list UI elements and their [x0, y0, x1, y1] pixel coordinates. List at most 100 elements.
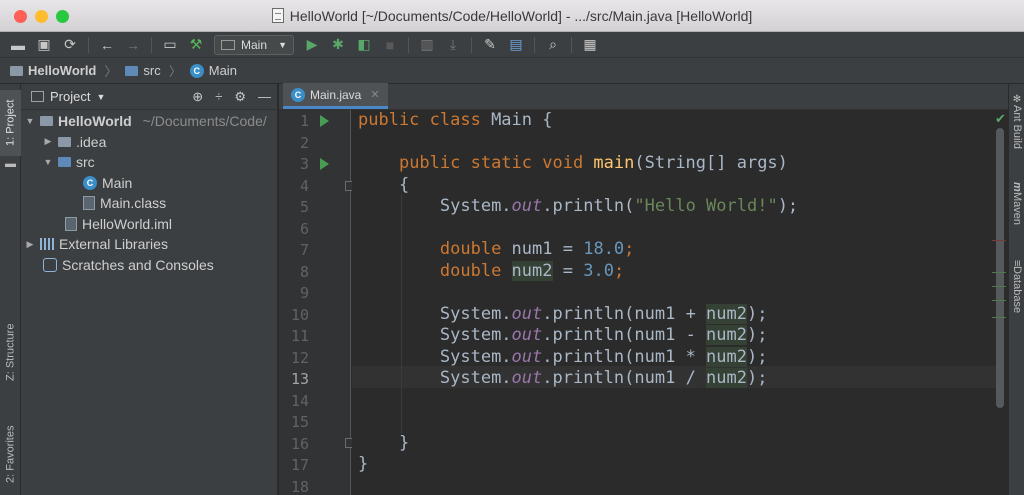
- error-stripe-marker[interactable]: [992, 240, 1006, 241]
- tree-item-external-libraries[interactable]: ▶ External Libraries: [21, 234, 277, 255]
- code-editor[interactable]: public class Main { public static void m…: [352, 110, 998, 495]
- tab-favorites-label: 2: Favorites: [4, 425, 17, 483]
- tab-structure[interactable]: Z: Structure: [0, 312, 21, 392]
- change-stripe-marker[interactable]: [992, 300, 1006, 301]
- tab-maven[interactable]: m Maven: [1009, 182, 1024, 242]
- search-icon[interactable]: ⌕: [541, 34, 565, 56]
- tab-favorites[interactable]: 2: Favorites: [0, 414, 21, 494]
- tree-item-main-class[interactable]: Main.class: [21, 193, 277, 214]
- minimize-window-button[interactable]: [35, 10, 48, 23]
- tab-database[interactable]: ≡ Database: [1009, 260, 1024, 332]
- change-stripe-marker[interactable]: [992, 317, 1006, 318]
- line-number: 7: [299, 241, 309, 259]
- sync-icon[interactable]: ⟳: [58, 34, 82, 56]
- change-stripe-marker[interactable]: [992, 272, 1006, 273]
- chevron-down-icon[interactable]: ▼: [96, 92, 105, 102]
- breadcrumb-file[interactable]: Main: [209, 63, 237, 78]
- main-toolbar: ▬ ▣ ⟳ ← → ▭ ⚒ Main ▼ ▶ ✱ ◧ ■ ▥ ⤓ ✎ ▤ ⌕ ▦: [0, 32, 1024, 58]
- tree-item-root[interactable]: ▼ HelloWorld ~/Documents/Code/: [21, 111, 277, 132]
- static-field: out: [511, 303, 543, 324]
- run-icon[interactable]: ▶: [300, 34, 324, 56]
- static-field: out: [511, 325, 543, 345]
- tree-item-src[interactable]: ▼ src: [21, 152, 277, 173]
- tree-item-scratches[interactable]: Scratches and Consoles: [21, 255, 277, 276]
- vertical-scrollbar[interactable]: [996, 128, 1004, 408]
- code-text: System.: [439, 346, 512, 367]
- folder-icon: ▬: [5, 158, 16, 170]
- expand-arrow-icon[interactable]: ▼: [25, 116, 35, 126]
- code-line-10: System.out.println(num1 + num2);: [358, 303, 767, 326]
- tree-item-label: External Libraries: [59, 236, 168, 253]
- number-literal: 3.0: [583, 260, 614, 281]
- gear-icon[interactable]: ⚙: [234, 89, 246, 105]
- tree-item-main[interactable]: C Main: [21, 173, 277, 194]
- frame-icon[interactable]: ▭: [158, 34, 182, 56]
- project-view-select[interactable]: Project: [50, 89, 90, 104]
- project-panel-header: Project ▼ ⊕ ÷ ⚙ —: [21, 84, 277, 110]
- tab-project[interactable]: 1: Project: [0, 90, 21, 156]
- locate-icon[interactable]: ⊕: [192, 89, 203, 105]
- forward-icon[interactable]: →: [121, 34, 145, 56]
- code-line-1: public class Main {: [358, 110, 552, 132]
- settings-icon[interactable]: ✎: [478, 34, 502, 56]
- tab-ant-build[interactable]: ✻ Ant Build: [1009, 94, 1024, 166]
- tree-item-iml[interactable]: HelloWorld.iml: [21, 214, 277, 235]
- expand-arrow-icon[interactable]: ▶: [25, 239, 35, 250]
- deploy-icon[interactable]: ⤓: [441, 34, 465, 56]
- code-line-5: System.out.println("Hello World!");: [358, 196, 798, 218]
- expand-arrow-icon[interactable]: ▼: [43, 157, 53, 167]
- code-line-4: {: [358, 175, 409, 197]
- terminal-icon[interactable]: ▦: [578, 34, 602, 56]
- source-folder-icon: [58, 157, 71, 168]
- breadcrumb-project[interactable]: HelloWorld: [28, 63, 96, 78]
- close-window-button[interactable]: [14, 10, 27, 23]
- open-icon[interactable]: ▬: [6, 34, 30, 56]
- expand-arrow-icon[interactable]: ▶: [43, 136, 53, 147]
- line-number: 10: [290, 305, 309, 324]
- code-text: .println(: [542, 325, 635, 345]
- build-icon[interactable]: ⚒: [184, 34, 208, 56]
- code-text: }: [358, 454, 369, 474]
- tab-main-java[interactable]: C Main.java ✕: [283, 83, 388, 109]
- back-icon[interactable]: ←: [95, 34, 119, 56]
- variable: num1: [511, 239, 553, 259]
- source-folder-icon: [125, 65, 139, 76]
- java-class-icon: C: [83, 175, 97, 190]
- debug-icon[interactable]: ✱: [326, 34, 350, 56]
- variable: num2: [706, 346, 747, 367]
- project-folder-icon: [10, 65, 23, 76]
- inspection-ok-icon[interactable]: ✔: [995, 111, 1006, 127]
- run-configuration-select[interactable]: Main ▼: [214, 34, 294, 55]
- hide-panel-icon[interactable]: —: [258, 89, 271, 105]
- run-gutter-icon[interactable]: [320, 115, 329, 127]
- breadcrumb-separator: 〉: [168, 64, 182, 79]
- line-number: 8: [299, 262, 309, 281]
- line-number: 6: [299, 219, 309, 238]
- collapse-icon[interactable]: ÷: [215, 89, 222, 105]
- code-line-16: }: [358, 433, 409, 455]
- zoom-window-button[interactable]: [56, 10, 69, 23]
- variable: num2: [706, 325, 747, 345]
- change-stripe-marker[interactable]: [992, 286, 1006, 287]
- line-number: 1: [299, 112, 309, 130]
- class-file-icon: [83, 196, 95, 211]
- tab-structure-label: Z: Structure: [4, 323, 17, 381]
- coverage-icon[interactable]: ◧: [352, 34, 376, 56]
- maven-icon: m: [1011, 182, 1023, 192]
- build-artifact-icon[interactable]: ▥: [415, 34, 439, 56]
- breadcrumb-folder[interactable]: src: [143, 63, 160, 78]
- code-line-8: double num2 = 3.0;: [358, 260, 624, 283]
- close-icon[interactable]: ✕: [370, 88, 379, 101]
- stop-icon[interactable]: ■: [378, 34, 402, 56]
- code-text: =: [552, 239, 584, 259]
- tree-item-idea[interactable]: ▶ .idea: [21, 132, 277, 153]
- tree-item-label: Main: [102, 174, 133, 191]
- code-line-17: }: [358, 454, 368, 476]
- run-gutter-icon[interactable]: [320, 158, 329, 170]
- project-structure-icon[interactable]: ▤: [504, 34, 528, 56]
- project-panel: Project ▼ ⊕ ÷ ⚙ — ▼ HelloWorld ~/Documen…: [21, 84, 278, 495]
- save-icon[interactable]: ▣: [32, 34, 56, 56]
- string-literal: "Hello World!": [634, 196, 778, 216]
- code-line-13: System.out.println(num1 / num2);: [358, 368, 767, 390]
- breadcrumb: HelloWorld 〉 src 〉 C Main: [0, 58, 1024, 84]
